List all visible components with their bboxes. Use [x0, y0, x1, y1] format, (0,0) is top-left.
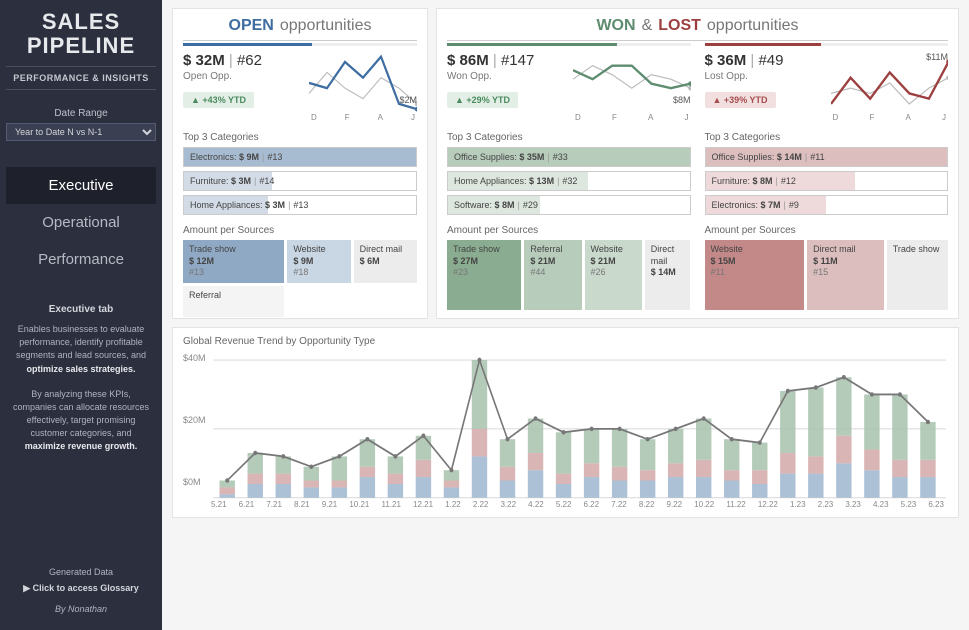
date-range-label: Date Range: [54, 108, 107, 119]
won-kpi: $ 86M | #147 Won Opp. ▲ +29% YTD: [447, 52, 565, 122]
category-bar: Furniture: $ 8M|#12: [705, 171, 949, 191]
lost-sparkline: $11M DFAJ: [831, 52, 949, 122]
subpanel-lost: $ 36M | #49 Lost Opp. ▲ +39% YTD $11M DF…: [705, 43, 949, 310]
source-box: Referral$ 21M#44: [524, 240, 581, 310]
category-bar: Electronics: $ 7M|#9: [705, 195, 949, 215]
panel-open-head: OPEN opportunities: [183, 17, 417, 35]
open-sparkline: $2M DFAJ: [309, 52, 417, 122]
source-box: Website$ 9M#18: [287, 240, 350, 283]
glossary-link[interactable]: ▶ Click to access Glossary: [6, 583, 156, 594]
won-ytd-badge: ▲ +29% YTD: [447, 92, 518, 108]
app-title: SALES PIPELINE: [6, 10, 156, 58]
desc-2: By analyzing these KPIs, companies can a…: [6, 388, 156, 453]
source-box: Trade show: [887, 240, 948, 310]
lost-kpi: $ 36M | #49 Lost Opp. ▲ +39% YTD: [705, 52, 823, 122]
category-bar: Software: $ 8M|#29: [447, 195, 691, 215]
open-kpi: $ 32M | #62 Open Opp. ▲ +43% YTD: [183, 52, 301, 122]
category-bar: Electronics: $ 9M|#13: [183, 147, 417, 167]
lost-ytd-badge: ▲ +39% YTD: [705, 92, 776, 108]
won-sparkline: $8M DFAJ: [573, 52, 691, 122]
trend-title: Global Revenue Trend by Opportunity Type: [183, 336, 948, 347]
generated-label: Generated Data: [6, 567, 156, 577]
open-sources-label: Amount per Sources: [183, 225, 417, 236]
sidebar-bottom: Generated Data ▶ Click to access Glossar…: [6, 567, 156, 620]
sidebar: SALES PIPELINE PERFORMANCE & INSIGHTS Da…: [0, 0, 162, 630]
source-box: Trade show$ 27M#23: [447, 240, 521, 310]
open-categories-label: Top 3 Categories: [183, 132, 417, 143]
panel-won-lost-head: WON & LOST opportunities: [447, 17, 948, 35]
app-subtitle: PERFORMANCE & INSIGHTS: [6, 66, 156, 90]
main: OPEN opportunities $ 32M | #62 Open Opp.…: [162, 0, 969, 630]
category-bar: Office Supplies: $ 14M|#11: [705, 147, 949, 167]
nav: Executive Operational Performance: [6, 167, 156, 278]
source-box: Direct mail$ 11M#15: [807, 240, 884, 310]
panel-won-lost: WON & LOST opportunities $ 86M | #147 Wo…: [436, 8, 959, 319]
source-box: Trade show$ 12M#13: [183, 240, 284, 283]
category-bar: Furniture: $ 3M|#14: [183, 171, 417, 191]
source-box: Website$ 21M#26: [585, 240, 642, 310]
won-progress: [447, 43, 691, 46]
source-box: Direct mail$ 14M: [645, 240, 691, 310]
category-bar: Home Appliances: $ 13M|#32: [447, 171, 691, 191]
author: By Nonathan: [6, 604, 156, 614]
open-progress: [183, 43, 417, 46]
open-ytd-badge: ▲ +43% YTD: [183, 92, 254, 108]
trend-chart: $40M $20M $0M 5.216.217.218.219.2110.211…: [183, 351, 948, 509]
source-box: Referral: [183, 286, 284, 317]
source-box: Direct mail$ 6M: [354, 240, 417, 283]
desc-head: Executive tab: [49, 304, 113, 315]
subpanel-won: $ 86M | #147 Won Opp. ▲ +29% YTD $8M DFA…: [447, 43, 691, 310]
nav-performance[interactable]: Performance: [6, 241, 156, 278]
source-box: Website$ 15M#11: [705, 240, 805, 310]
category-bar: Home Appliances: $ 3M|#13: [183, 195, 417, 215]
panel-trend: Global Revenue Trend by Opportunity Type…: [172, 327, 959, 518]
category-bar: Office Supplies: $ 35M|#33: [447, 147, 691, 167]
date-range-select[interactable]: Year to Date N vs N-1: [6, 123, 156, 141]
panel-open: OPEN opportunities $ 32M | #62 Open Opp.…: [172, 8, 428, 319]
nav-operational[interactable]: Operational: [6, 204, 156, 241]
desc-1: Enables businesses to evaluate performan…: [6, 323, 156, 375]
nav-executive[interactable]: Executive: [6, 167, 156, 204]
lost-progress: [705, 43, 949, 46]
